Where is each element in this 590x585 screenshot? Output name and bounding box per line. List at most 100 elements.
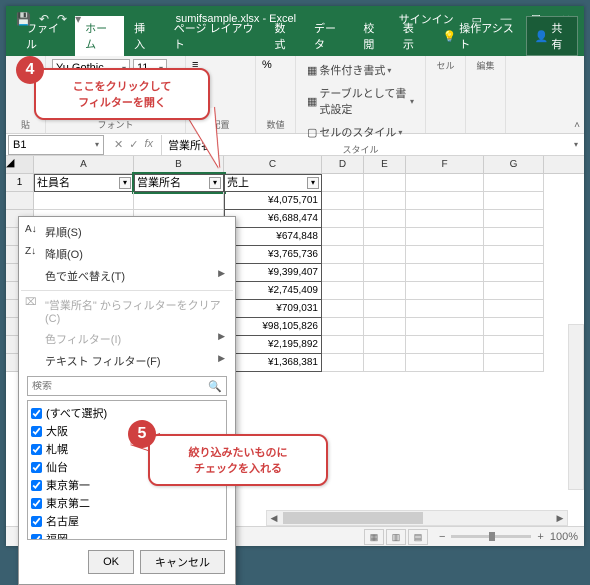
page-layout-view-button[interactable]: ▥ <box>386 529 406 545</box>
cell[interactable] <box>484 282 544 300</box>
zoom-level[interactable]: 100% <box>550 531 578 543</box>
tab-data[interactable]: データ <box>304 16 353 56</box>
cell[interactable] <box>406 354 484 372</box>
cell[interactable] <box>322 282 364 300</box>
tab-formula[interactable]: 数式 <box>264 16 304 56</box>
cell[interactable] <box>484 228 544 246</box>
scroll-left-icon[interactable]: ◀ <box>267 513 281 524</box>
cell[interactable] <box>322 246 364 264</box>
filter-checkbox[interactable] <box>31 408 42 419</box>
tab-home[interactable]: ホーム <box>75 16 124 56</box>
cell[interactable] <box>484 174 544 192</box>
cell[interactable] <box>134 192 224 210</box>
expand-formula-icon[interactable]: ▾ <box>568 140 584 149</box>
row-header[interactable] <box>6 192 34 210</box>
cell[interactable] <box>484 192 544 210</box>
col-header-f[interactable]: F <box>406 156 484 173</box>
cell[interactable] <box>484 264 544 282</box>
filter-checkbox[interactable] <box>31 426 42 437</box>
cell[interactable] <box>364 282 406 300</box>
col-header-d[interactable]: D <box>322 156 364 173</box>
data-cell[interactable]: ¥1,368,381 <box>224 354 322 372</box>
filter-search-box[interactable]: 🔍 <box>27 376 227 396</box>
share-button[interactable]: 👤共有 <box>526 16 578 56</box>
cell[interactable] <box>364 192 406 210</box>
data-cell[interactable]: ¥2,195,892 <box>224 336 322 354</box>
cell[interactable] <box>406 192 484 210</box>
normal-view-button[interactable]: ▦ <box>364 529 384 545</box>
cell-styles-button[interactable]: ▢セルのスタイル▾ <box>302 121 419 143</box>
cell[interactable] <box>322 354 364 372</box>
cell[interactable] <box>34 192 134 210</box>
sort-asc-item[interactable]: A↓昇順(S) <box>19 221 235 243</box>
cell[interactable] <box>484 246 544 264</box>
name-box[interactable]: B1▾ <box>8 135 104 155</box>
cell[interactable] <box>322 264 364 282</box>
cell[interactable] <box>322 210 364 228</box>
collapse-ribbon-icon[interactable]: ˄ <box>574 120 580 131</box>
header-cell-c[interactable]: 売上▾ <box>224 174 322 192</box>
data-cell[interactable]: ¥674,848 <box>224 228 322 246</box>
filter-checkbox[interactable] <box>31 462 42 473</box>
cell[interactable] <box>406 264 484 282</box>
cell[interactable] <box>406 174 484 192</box>
cell[interactable] <box>484 300 544 318</box>
filter-check-item[interactable]: (すべて選択) <box>31 404 223 422</box>
cell[interactable] <box>322 228 364 246</box>
qat-dropdown-icon[interactable]: ▾ <box>75 12 81 26</box>
filter-button-b[interactable]: ▾ <box>209 177 221 189</box>
cell[interactable] <box>322 174 364 192</box>
cell[interactable] <box>484 318 544 336</box>
cell[interactable] <box>364 210 406 228</box>
header-cell-b[interactable]: 営業所名▾ <box>134 174 224 192</box>
filter-button-c[interactable]: ▾ <box>307 177 319 189</box>
cell[interactable] <box>322 192 364 210</box>
col-header-c[interactable]: C <box>224 156 322 173</box>
header-cell-a[interactable]: 社員名▾ <box>34 174 134 192</box>
redo-icon[interactable]: ↷ <box>57 12 67 26</box>
conditional-format-button[interactable]: ▦条件付き書式▾ <box>302 59 419 81</box>
cell[interactable] <box>406 300 484 318</box>
data-cell[interactable]: ¥2,745,409 <box>224 282 322 300</box>
cell[interactable] <box>364 354 406 372</box>
scroll-thumb[interactable] <box>283 512 423 524</box>
filter-search-input[interactable] <box>32 381 192 392</box>
data-cell[interactable]: ¥4,075,701 <box>224 192 322 210</box>
cell[interactable] <box>322 318 364 336</box>
cell[interactable] <box>406 318 484 336</box>
filter-checkbox[interactable] <box>31 480 42 491</box>
ok-button[interactable]: OK <box>88 550 134 574</box>
enter-formula-icon[interactable]: ✓ <box>129 138 138 151</box>
sort-desc-item[interactable]: Z↓降順(O) <box>19 243 235 265</box>
cell[interactable] <box>364 246 406 264</box>
filter-check-item[interactable]: 東京第二 <box>31 494 223 512</box>
col-header-a[interactable]: A <box>34 156 134 173</box>
data-cell[interactable]: ¥6,688,474 <box>224 210 322 228</box>
cell[interactable] <box>364 300 406 318</box>
cell[interactable] <box>364 228 406 246</box>
cell[interactable] <box>406 282 484 300</box>
tab-insert[interactable]: 挿入 <box>124 16 164 56</box>
zoom-out-button[interactable]: − <box>439 531 445 543</box>
cancel-formula-icon[interactable]: ✕ <box>114 138 123 151</box>
cell[interactable] <box>364 174 406 192</box>
cell[interactable] <box>406 336 484 354</box>
select-all-corner[interactable]: ◢ <box>6 156 34 173</box>
data-cell[interactable]: ¥3,765,736 <box>224 246 322 264</box>
filter-checkbox[interactable] <box>31 516 42 527</box>
filter-checkbox[interactable] <box>31 444 42 455</box>
page-break-view-button[interactable]: ▤ <box>408 529 428 545</box>
fx-icon[interactable]: fx <box>144 138 153 151</box>
tab-view[interactable]: 表示 <box>393 16 433 56</box>
filter-check-item[interactable]: 名古屋 <box>31 512 223 530</box>
zoom-in-button[interactable]: + <box>537 531 543 543</box>
cell[interactable] <box>364 336 406 354</box>
col-header-g[interactable]: G <box>484 156 544 173</box>
filter-button-a[interactable]: ▾ <box>119 177 131 189</box>
vertical-scrollbar[interactable] <box>568 324 584 490</box>
number-icon[interactable]: % <box>262 59 272 71</box>
cell[interactable] <box>484 354 544 372</box>
data-cell[interactable]: ¥709,031 <box>224 300 322 318</box>
cancel-button[interactable]: キャンセル <box>140 550 225 574</box>
text-filter-item[interactable]: テキスト フィルター(F)▶ <box>19 350 235 372</box>
